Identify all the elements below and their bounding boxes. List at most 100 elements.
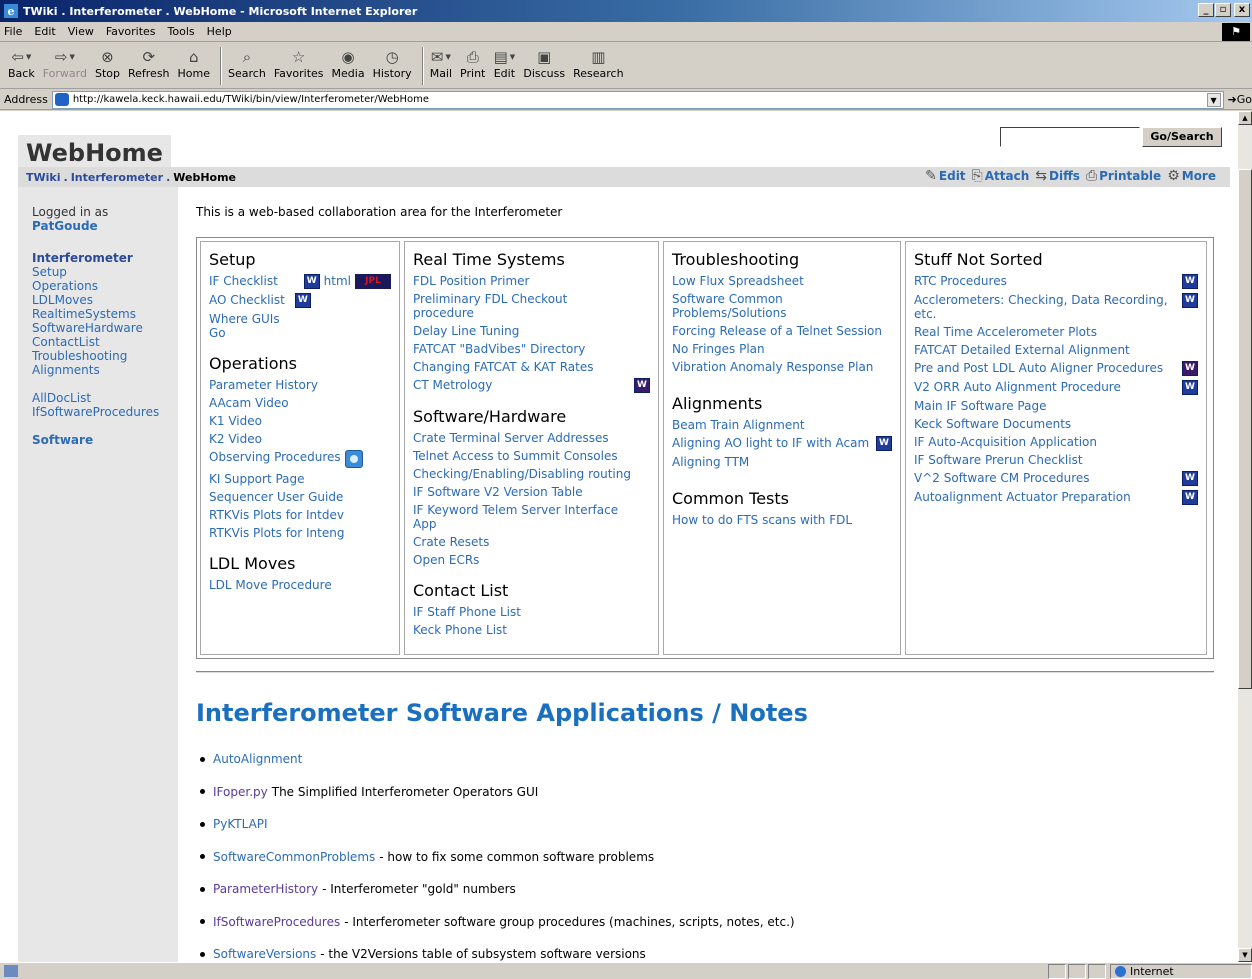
menu-favorites[interactable]: Favorites <box>106 25 156 38</box>
list-item[interactable]: IF Software V2 Version Table <box>413 483 650 501</box>
refresh-button[interactable]: ⟳ Refresh <box>128 47 170 80</box>
list-item[interactable]: Autoalignment Actuator Preparation W <box>914 488 1198 507</box>
address-input[interactable]: http://kawela.keck.hawaii.edu/TWiki/bin/… <box>51 90 1224 109</box>
menu-edit[interactable]: Edit <box>34 25 55 38</box>
maximize-button[interactable]: ▫ <box>1215 3 1231 17</box>
list-item[interactable]: IF Checklist W html JPL <box>209 272 391 291</box>
word-doc-icon[interactable]: W <box>1182 293 1198 308</box>
word-doc-icon[interactable]: W <box>876 436 892 451</box>
list-item[interactable]: Beam Train Alignment <box>672 416 892 434</box>
list-item[interactable]: Acclerometers: Checking, Data Recording,… <box>914 291 1198 323</box>
edit-link[interactable]: Edit <box>939 169 966 183</box>
list-item[interactable]: Delay Line Tuning <box>413 322 650 340</box>
close-button[interactable]: x <box>1234 3 1250 17</box>
mail-button[interactable]: ✉ ▼ Mail <box>430 47 452 80</box>
list-item[interactable]: Telnet Access to Summit Consoles <box>413 447 650 465</box>
list-item[interactable]: AO Checklist W <box>209 291 391 310</box>
stop-button[interactable]: ⊗ Stop <box>95 47 120 80</box>
list-item[interactable]: Aligning AO light to IF with Acam W <box>672 434 892 453</box>
list-item[interactable]: Open ECRs <box>413 551 650 569</box>
breadcrumb-interferometer[interactable]: Interferometer <box>71 171 163 184</box>
word-doc-icon[interactable]: W <box>303 274 320 289</box>
list-item[interactable]: IF Keyword Telem Server Interface App <box>413 501 638 533</box>
menu-view[interactable]: View <box>68 25 94 38</box>
list-item[interactable]: Preliminary FDL Checkout procedure <box>413 290 588 322</box>
list-item[interactable]: Aligning TTM <box>672 453 892 471</box>
printable-link[interactable]: Printable <box>1099 169 1161 183</box>
list-item[interactable]: FATCAT "BadVibes" Directory <box>413 340 650 358</box>
list-item[interactable]: Vibration Anomaly Response Plan <box>672 358 892 376</box>
note-link[interactable]: SoftwareCommonProblems <box>213 850 375 864</box>
list-item[interactable]: LDL Move Procedure <box>209 576 391 594</box>
attach-link[interactable]: Attach <box>985 169 1030 183</box>
sidebar-item-troubleshooting[interactable]: Troubleshooting <box>32 349 178 363</box>
media-disc-icon[interactable] <box>344 450 363 468</box>
sidebar-item-alignments[interactable]: Alignments <box>32 363 178 377</box>
list-item[interactable]: K2 Video <box>209 430 391 448</box>
list-item[interactable]: AAcam Video <box>209 394 391 412</box>
list-item[interactable]: KI Support Page <box>209 470 391 488</box>
list-item[interactable]: K1 Video <box>209 412 391 430</box>
list-item[interactable]: Software Common Problems/Solutions <box>672 290 802 322</box>
list-item[interactable]: Checking/Enabling/Disabling routing <box>413 465 650 483</box>
menu-file[interactable]: File <box>4 25 22 38</box>
list-item[interactable]: IF Auto-Acquisition Application <box>914 433 1198 451</box>
print-button[interactable]: ⎙ Print <box>460 47 485 80</box>
list-item[interactable]: Crate Resets <box>413 533 650 551</box>
sidebar-item-ldlmoves[interactable]: LDLMoves <box>32 293 178 307</box>
list-item[interactable]: FDL Position Primer <box>413 272 650 290</box>
forward-button[interactable]: ⇨ ▼ Forward <box>43 47 87 80</box>
list-item[interactable]: V^2 Software CM Procedures W <box>914 469 1198 488</box>
edit-button[interactable]: ▤ ▼ Edit <box>493 47 516 80</box>
search-button[interactable]: ⌕ Search <box>228 47 266 80</box>
note-link[interactable]: SoftwareVersions <box>213 947 316 961</box>
sidebar-item-alldoclist[interactable]: AllDocList <box>32 391 178 405</box>
more-link[interactable]: More <box>1182 169 1216 183</box>
back-button[interactable]: ⇦ ▼ Back <box>8 47 35 80</box>
list-item[interactable]: V2 ORR Auto Alignment Procedure W <box>914 378 1198 397</box>
list-item[interactable]: Pre and Post LDL Auto Aligner Procedures… <box>914 359 1198 378</box>
list-item[interactable]: FATCAT Detailed External Alignment <box>914 341 1198 359</box>
search-input[interactable] <box>1000 127 1140 147</box>
favorites-button[interactable]: ☆ Favorites <box>274 47 324 80</box>
note-link[interactable]: PyKTLAPI <box>213 817 268 831</box>
sidebar-item-realtimesystems[interactable]: RealtimeSystems <box>32 307 178 321</box>
scroll-thumb[interactable] <box>1238 169 1252 689</box>
diffs-link[interactable]: Diffs <box>1049 169 1080 183</box>
list-item[interactable]: Keck Software Documents <box>914 415 1198 433</box>
html-link[interactable]: html <box>324 274 351 288</box>
list-item[interactable]: RTKVis Plots for Intdev <box>209 506 391 524</box>
menu-tools[interactable]: Tools <box>168 25 195 38</box>
sidebar-item-setup[interactable]: Setup <box>32 265 178 279</box>
word-doc-icon[interactable]: W <box>634 378 650 393</box>
list-item[interactable]: RTC Procedures W <box>914 272 1198 291</box>
list-item[interactable]: Low Flux Spreadsheet <box>672 272 892 290</box>
sidebar-item-ifsoftwareprocedures[interactable]: IfSoftwareProcedures <box>32 405 178 419</box>
word-doc-icon[interactable]: W <box>1182 490 1198 505</box>
jpl-logo-icon[interactable]: JPL <box>355 274 391 289</box>
go-search-button[interactable]: Go/Search <box>1142 127 1222 147</box>
minimize-button[interactable]: _ <box>1198 3 1214 17</box>
word-doc-icon[interactable]: W <box>1182 380 1198 395</box>
media-button[interactable]: ◉ Media <box>332 47 365 80</box>
discuss-button[interactable]: ▣ Discuss <box>523 47 565 80</box>
go-button[interactable]: ➜ Go <box>1228 93 1252 106</box>
list-item[interactable]: Keck Phone List <box>413 621 650 639</box>
home-button[interactable]: ⌂ Home <box>178 47 210 80</box>
list-item[interactable]: Real Time Accelerometer Plots <box>914 323 1198 341</box>
scroll-up-icon[interactable]: ▲ <box>1238 111 1252 125</box>
list-item[interactable]: Sequencer User Guide <box>209 488 391 506</box>
note-link[interactable]: IFoper.py <box>213 785 268 799</box>
list-item[interactable]: IF Staff Phone List <box>413 603 650 621</box>
list-item[interactable]: Parameter History <box>209 376 391 394</box>
list-item[interactable]: Observing Procedures <box>209 448 391 470</box>
list-item[interactable]: Forcing Release of a Telnet Session <box>672 322 892 340</box>
word-doc-icon[interactable]: W <box>1182 361 1198 376</box>
list-item[interactable]: RTKVis Plots for Inteng <box>209 524 391 542</box>
list-item[interactable]: Crate Terminal Server Addresses <box>413 429 650 447</box>
menu-help[interactable]: Help <box>207 25 232 38</box>
note-link[interactable]: ParameterHistory <box>213 882 318 896</box>
list-item[interactable]: Changing FATCAT & KAT Rates <box>413 358 650 376</box>
sidebar-item-softwarehardware[interactable]: SoftwareHardware <box>32 321 178 335</box>
breadcrumb-twiki[interactable]: TWiki <box>26 171 61 184</box>
